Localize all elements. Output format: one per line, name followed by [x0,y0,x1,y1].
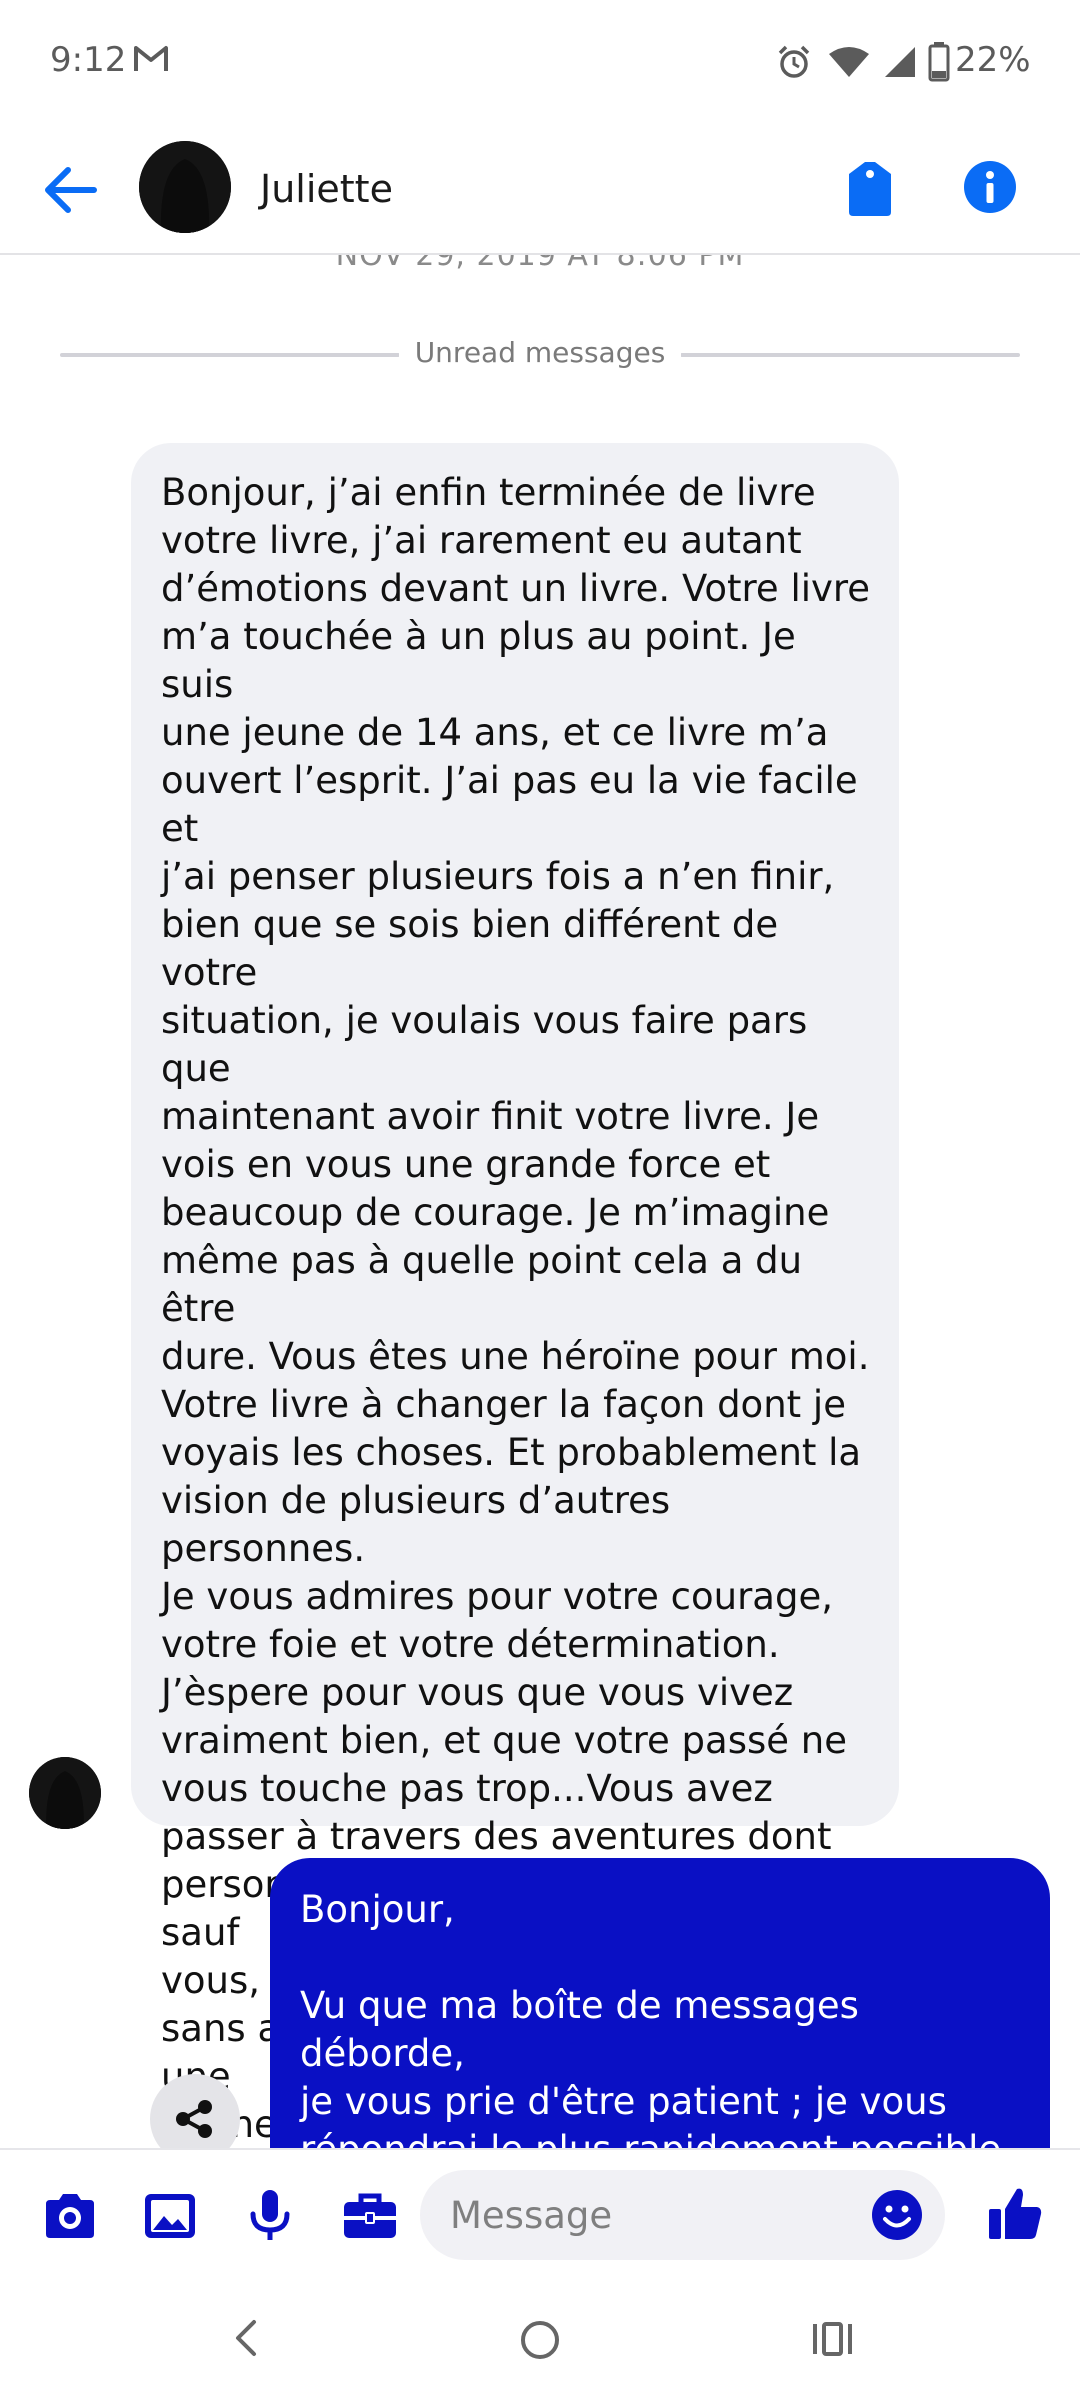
briefcase-icon[interactable] [340,2186,400,2246]
camera-icon[interactable] [40,2186,100,2246]
contact-avatar[interactable] [139,141,231,233]
info-icon[interactable] [962,159,1018,215]
gmail-icon [134,46,168,71]
system-nav-bar [0,2280,1080,2400]
signal-icon [885,47,915,77]
home-circle-icon[interactable] [510,2310,570,2370]
contact-name[interactable]: Juliette [260,167,393,211]
status-bar: 9:12 22% [0,0,1080,125]
battery-icon [928,42,950,82]
back-arrow-icon[interactable] [40,165,100,215]
sender-avatar[interactable] [29,1757,101,1829]
alarm-icon [778,45,810,78]
battery-percentage: 22% [955,40,1031,80]
status-time: 9:12 [50,40,127,80]
mic-icon[interactable] [240,2186,300,2246]
thumbs-up-icon[interactable] [985,2183,1045,2243]
wifi-icon [829,47,869,77]
conversation-header: Juliette [0,125,1080,255]
unread-divider: Unread messages [60,334,1020,374]
tag-icon[interactable] [845,160,895,218]
emoji-icon[interactable] [870,2188,924,2242]
outgoing-message-bubble[interactable]: Bonjour, Vu que ma boîte de messages déb… [270,1858,1050,2171]
recents-icon[interactable] [805,2310,861,2366]
outgoing-message-text: Bonjour, Vu que ma boîte de messages déb… [300,1888,1013,2171]
unread-label: Unread messages [398,336,682,369]
incoming-message-bubble[interactable]: Bonjour, j’ai enfin terminée de livre vo… [131,443,899,2194]
composer-bar [0,2148,1080,2280]
message-box [420,2170,945,2260]
gallery-icon[interactable] [140,2186,200,2246]
back-chevron-icon[interactable] [220,2310,276,2366]
message-input[interactable] [450,2190,870,2240]
